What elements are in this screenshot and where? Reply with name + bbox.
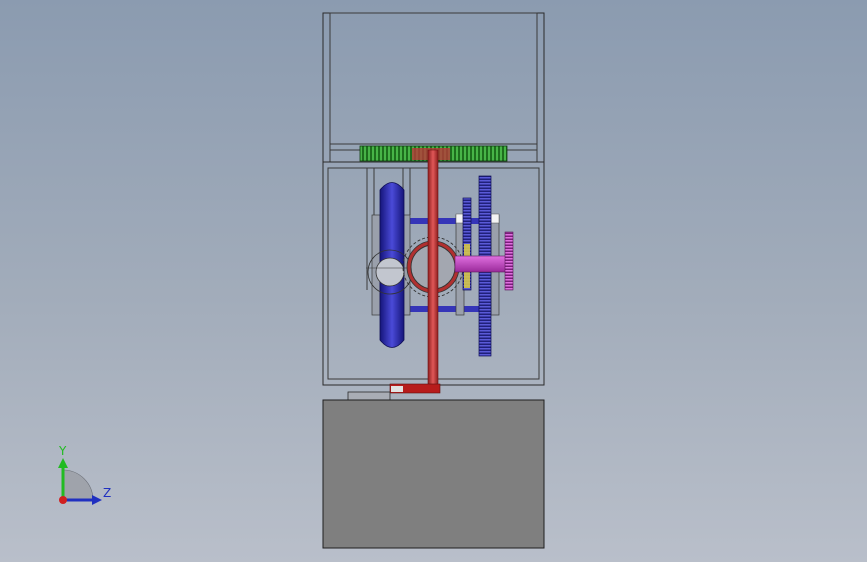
z-axis-label: Z xyxy=(103,486,111,500)
small-blue-gear xyxy=(462,197,472,291)
orientation-triad[interactable]: Y Z xyxy=(58,444,111,505)
base-housing xyxy=(322,391,545,549)
y-axis-label: Y xyxy=(58,444,67,458)
cad-viewport[interactable]: Y Z xyxy=(0,0,867,562)
upper-frame xyxy=(322,12,545,163)
